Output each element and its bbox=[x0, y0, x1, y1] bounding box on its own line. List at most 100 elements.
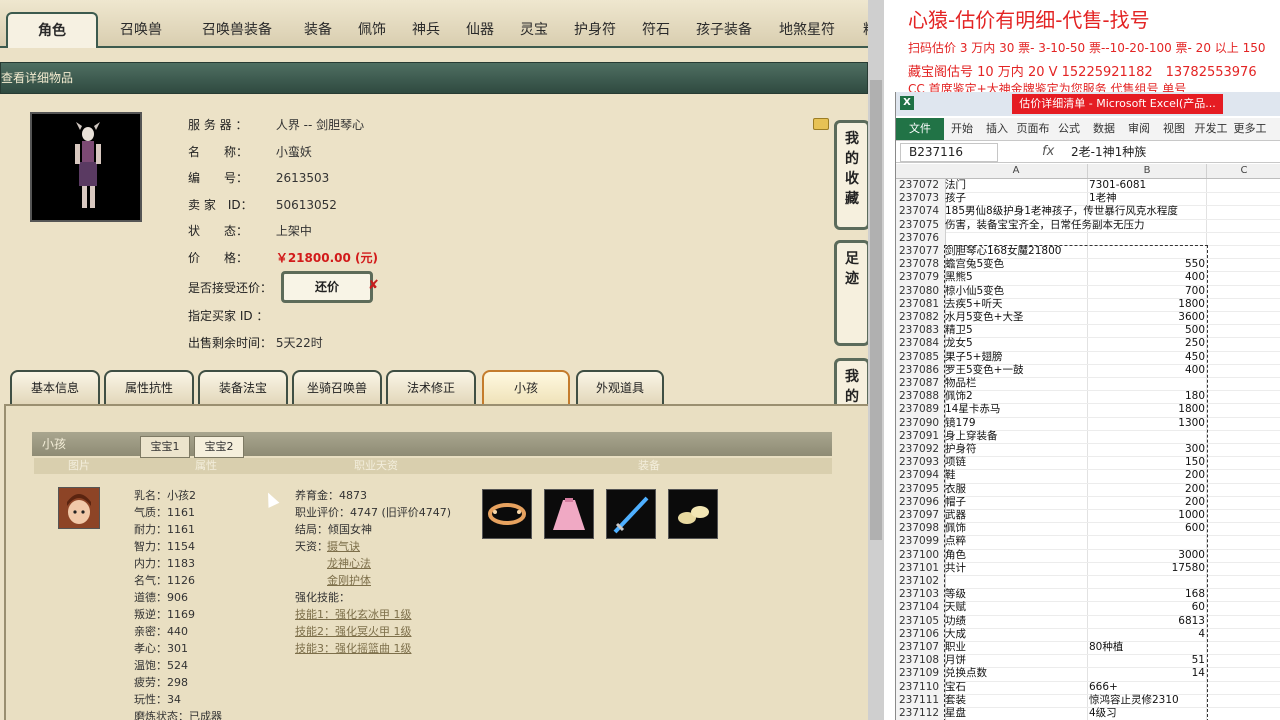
row-number[interactable]: 237096 bbox=[896, 495, 946, 509]
cell-b[interactable]: 300 bbox=[1089, 443, 1205, 456]
sheet-row[interactable]: 237081 去疾5+听天 1800 bbox=[896, 297, 1280, 312]
row-number[interactable]: 237076 bbox=[896, 231, 946, 245]
cell-b[interactable]: 168 bbox=[1089, 588, 1205, 601]
sheet-row[interactable]: 237084 龙女5 250 bbox=[896, 337, 1280, 352]
cell-a[interactable]: 龙女5 bbox=[945, 337, 1087, 350]
sheet-row[interactable]: 237076 bbox=[896, 231, 1280, 246]
cell-a[interactable]: 职业 bbox=[945, 641, 1087, 654]
column-c-header[interactable]: C bbox=[1207, 164, 1280, 178]
sheet-row[interactable]: 237105 功绩 6813 bbox=[896, 614, 1280, 629]
sheet-row[interactable]: 237095 衣服 200 bbox=[896, 482, 1280, 497]
sub-tab-2[interactable]: 装备法宝 bbox=[198, 370, 288, 404]
cell-a[interactable]: 剑胆琴心168女魔21800 bbox=[945, 245, 1087, 258]
row-number[interactable]: 237080 bbox=[896, 284, 946, 298]
cell-a[interactable]: 月饼 bbox=[945, 654, 1087, 667]
cell-a[interactable]: 14星卡赤马 bbox=[945, 403, 1087, 416]
cell-b[interactable]: 1300 bbox=[1089, 417, 1205, 430]
sheet-row[interactable]: 237079 黑熊5 400 bbox=[896, 271, 1280, 286]
skill-link-1[interactable]: 技能1：强化玄冰甲 1级 bbox=[295, 606, 412, 622]
cell-a[interactable]: 镜179 bbox=[945, 417, 1087, 430]
sub-tab-3[interactable]: 坐骑召唤兽 bbox=[292, 370, 382, 404]
sheet-row[interactable]: 237091 身上穿装备 bbox=[896, 429, 1280, 444]
cell-a[interactable]: 蟾宫兔5变色 bbox=[945, 258, 1087, 271]
cell-a[interactable]: 精卫5 bbox=[945, 324, 1087, 337]
nav-tab-5[interactable]: 神兵 bbox=[404, 18, 448, 42]
row-number[interactable]: 237099 bbox=[896, 535, 946, 549]
row-number[interactable]: 237075 bbox=[896, 218, 946, 232]
cell-b[interactable]: 700 bbox=[1089, 285, 1205, 298]
ribbon-tab-3[interactable]: 页面布 bbox=[1015, 118, 1051, 140]
sheet-row[interactable]: 237109 兑换点数 14 bbox=[896, 667, 1280, 682]
cell-a[interactable]: 孩子 bbox=[945, 192, 1087, 205]
column-b-header[interactable]: B bbox=[1088, 164, 1207, 178]
cell-b[interactable]: 400 bbox=[1089, 364, 1205, 377]
cell-a[interactable]: 功绩 bbox=[945, 615, 1087, 628]
cell-b[interactable]: 60 bbox=[1089, 601, 1205, 614]
row-number[interactable]: 237087 bbox=[896, 377, 946, 391]
cell-b[interactable]: 200 bbox=[1089, 469, 1205, 482]
row-number[interactable]: 237105 bbox=[896, 614, 946, 628]
folder-icon[interactable] bbox=[813, 118, 829, 130]
nav-tab-2[interactable]: 召唤兽装备 bbox=[188, 18, 286, 42]
cell-a[interactable]: 等级 bbox=[945, 588, 1087, 601]
ribbon-tab-7[interactable]: 视图 bbox=[1157, 118, 1191, 140]
ribbon-tab-1[interactable]: 开始 bbox=[945, 118, 979, 140]
cell-b[interactable]: 150 bbox=[1089, 456, 1205, 469]
row-number[interactable]: 237102 bbox=[896, 575, 946, 589]
equip-slot-1[interactable] bbox=[482, 489, 532, 539]
nav-tab-9[interactable]: 符石 bbox=[634, 18, 678, 42]
sheet-row[interactable]: 237094 鞋 200 bbox=[896, 469, 1280, 484]
sheet-row[interactable]: 237112 星盘 4级习 bbox=[896, 707, 1280, 720]
nav-tab-8[interactable]: 护身符 bbox=[566, 18, 624, 42]
sub-tab-0[interactable]: 基本信息 bbox=[10, 370, 100, 404]
ribbon-tab-6[interactable]: 审阅 bbox=[1122, 118, 1156, 140]
cell-a[interactable]: 佩饰2 bbox=[945, 390, 1087, 403]
row-number[interactable]: 237072 bbox=[896, 179, 946, 193]
cell-b[interactable]: 6813 bbox=[1089, 615, 1205, 628]
sheet-row[interactable]: 237074 185男仙8级护身1老神孩子，传世暴行风克水程度 bbox=[896, 205, 1280, 220]
row-number[interactable]: 237092 bbox=[896, 443, 946, 457]
cell-b[interactable]: 200 bbox=[1089, 496, 1205, 509]
ribbon-tab-5[interactable]: 数据 bbox=[1087, 118, 1121, 140]
cell-a[interactable]: 武器 bbox=[945, 509, 1087, 522]
cell-a[interactable]: 185男仙8级护身1老神孩子，传世暴行风克水程度 bbox=[945, 205, 1178, 218]
cell-b[interactable]: 3000 bbox=[1089, 549, 1205, 562]
sheet-row[interactable]: 237085 果子5+翅膀 450 bbox=[896, 350, 1280, 365]
cell-b[interactable]: 4 bbox=[1089, 628, 1205, 641]
row-number[interactable]: 237109 bbox=[896, 667, 946, 681]
cell-b[interactable]: 1800 bbox=[1089, 403, 1205, 416]
sub-tab-5[interactable]: 小孩 bbox=[482, 370, 570, 404]
cell-b[interactable]: 550 bbox=[1089, 258, 1205, 271]
cell-a[interactable]: 水月5变色+大圣 bbox=[945, 311, 1087, 324]
row-number[interactable]: 237112 bbox=[896, 707, 946, 720]
counter-offer-button[interactable]: 还价 bbox=[281, 271, 373, 303]
row-number[interactable]: 237106 bbox=[896, 627, 946, 641]
row-number[interactable]: 237083 bbox=[896, 324, 946, 338]
nav-tab-4[interactable]: 佩饰 bbox=[350, 18, 394, 42]
sheet-row[interactable]: 237106 大成 4 bbox=[896, 627, 1280, 642]
sheet-grid[interactable]: 237072 法门 7301-6081 237073 孩子 1老神 237074 185男仙8… bbox=[896, 179, 1280, 720]
sheet-row[interactable]: 237099 点粹 bbox=[896, 535, 1280, 550]
ribbon-tab-9[interactable]: 更多工 bbox=[1231, 118, 1269, 140]
equip-slot-3[interactable] bbox=[606, 489, 656, 539]
cell-a[interactable]: 伤害，装备宝宝齐全，日常任务副本无压力 bbox=[945, 219, 1145, 232]
cell-a[interactable]: 宝石 bbox=[945, 681, 1087, 694]
cell-a[interactable]: 罗王5变色+一鼓 bbox=[945, 364, 1087, 377]
talent-link-3[interactable]: 金刚护体 bbox=[327, 572, 371, 588]
cell-a[interactable]: 共计 bbox=[945, 562, 1087, 575]
ribbon-tab-2[interactable]: 插入 bbox=[980, 118, 1014, 140]
cell-b[interactable]: 666+ bbox=[1089, 681, 1205, 694]
cell-a[interactable]: 角色 bbox=[945, 549, 1087, 562]
cell-b[interactable]: 14 bbox=[1089, 667, 1205, 680]
equip-slot-2[interactable] bbox=[544, 489, 594, 539]
row-number[interactable]: 237079 bbox=[896, 271, 946, 285]
row-number[interactable]: 237082 bbox=[896, 311, 946, 325]
formula-content[interactable]: 2老-1神1种族 bbox=[1071, 142, 1146, 162]
cell-b[interactable]: 400 bbox=[1089, 271, 1205, 284]
cell-a[interactable]: 大成 bbox=[945, 628, 1087, 641]
ribbon-tab-0[interactable]: 文件 bbox=[896, 118, 944, 140]
row-number[interactable]: 237095 bbox=[896, 482, 946, 496]
row-number[interactable]: 237089 bbox=[896, 403, 946, 417]
row-number[interactable]: 237091 bbox=[896, 429, 946, 443]
cell-a[interactable]: 护身符 bbox=[945, 443, 1087, 456]
